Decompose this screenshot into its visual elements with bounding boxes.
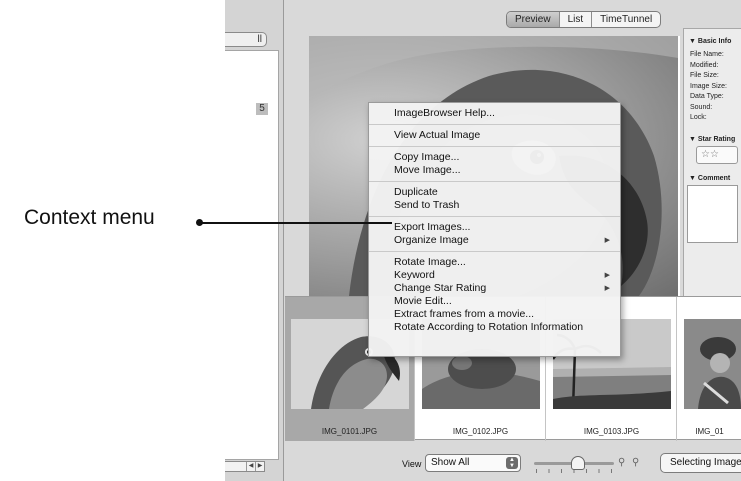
left-panel-scroll-arrows[interactable]: ◀ ▶ [225,461,265,472]
zoom-in-icon[interactable]: ⚲ [618,457,625,468]
menu-item[interactable]: Change Star Rating ▶ [369,282,620,295]
slider-thumb[interactable] [571,456,585,470]
tab-timetunnel[interactable]: TimeTunnel [592,12,660,27]
menu-item[interactable]: Extract frames from a movie... [369,308,620,321]
bottom-toolbar: View Show All ▲ ▼ ⚲ ⚲ Selecting Images [285,448,741,481]
tab-preview[interactable]: Preview [507,12,560,27]
menu-separator [369,181,620,182]
tab-list[interactable]: List [560,12,593,27]
menu-item[interactable]: ImageBrowser Help... [369,107,620,120]
star-rating-control[interactable]: ☆☆ [696,145,738,164]
menu-item-label: Move Image... [394,164,461,176]
star-rating-header[interactable]: ▼ Star Rating [684,136,741,143]
basic-info-title: Basic Info [697,38,732,45]
view-filter-select[interactable]: Show All ▲ ▼ [425,454,521,472]
menu-item[interactable]: Copy Image... [369,151,620,164]
left-panel-tab[interactable]: ll [225,32,267,47]
folder-list[interactable]: 5 [225,50,279,460]
submenu-arrow-icon: ▶ [604,285,610,292]
callout-leader-line [200,222,392,224]
menu-item-label: View Actual Image [394,129,481,141]
menu-item[interactable]: Duplicate [369,186,620,199]
comment-header[interactable]: ▼ Comment [684,175,741,182]
menu-item[interactable]: Export Images... [369,221,620,234]
menu-item[interactable]: View Actual Image [369,129,620,142]
callout-label: Context menu [24,206,155,229]
menu-item[interactable]: Rotate According to Rotation Information [369,321,620,334]
view-mode-tabs: Preview List TimeTunnel [506,11,662,28]
info-row: Modified: [690,61,719,69]
comment-field[interactable] [687,184,738,243]
info-row: Data Type: [690,93,724,100]
menu-item-label: Duplicate [394,186,438,198]
star-rating-title: Star Rating [697,135,736,143]
view-label: View [402,459,422,469]
disclosure-triangle-icon: ▼ [689,135,696,143]
info-row: File Size: [690,72,719,79]
menu-item[interactable]: Rotate Image... [369,256,620,269]
menu-item-label: Organize Image [394,234,469,246]
thumbnail-image [684,319,741,409]
menu-item-label: Export Images... [394,221,471,233]
basic-info-header[interactable]: ▼ Basic Info [684,38,741,45]
info-row: Image Size: [690,82,727,90]
menu-item-label: Movie Edit... [394,295,452,307]
folder-count-badge: 5 [256,103,268,115]
scroll-right-icon[interactable]: ▶ [255,462,264,471]
menu-item[interactable]: Movie Edit... [369,295,620,308]
menu-item-label: Extract frames from a movie... [394,308,535,320]
menu-item[interactable]: Organize Image ▶ [369,234,620,247]
menu-item-label: Send to Trash [394,199,460,211]
menu-separator [369,216,620,217]
thumbnail-label: IMG_0103.JPG [583,427,640,436]
submenu-arrow-icon: ▶ [604,272,610,279]
menu-item[interactable]: Move Image... [369,164,620,177]
context-menu: ImageBrowser Help... View Actual Image Cop… [368,102,621,357]
menu-item-label: Rotate According to Rotation Information [394,321,584,333]
thumbnail-label: IMG_0101.JPG [321,427,378,436]
disclosure-triangle-icon: ▼ [689,38,696,45]
submenu-arrow-icon: ▶ [604,237,610,244]
left-panel: ll 5 ◀ ▶ [225,0,284,481]
menu-separator [369,251,620,252]
scroll-left-icon[interactable]: ◀ [246,462,255,471]
view-filter-value: Show All [431,457,470,468]
menu-separator [369,124,620,125]
thumbnail-label: IMG_01 [695,427,724,436]
selecting-images-button[interactable]: Selecting Images [660,453,741,473]
thumbnail-label: IMG_0102.JPG [452,427,509,436]
menu-item-label: Copy Image... [394,151,460,163]
info-panel: ▼ Basic Info File Name: Modified: File S… [683,28,741,298]
menu-item-label: Change Star Rating [394,282,487,294]
menu-item-label: Keyword [394,269,435,281]
menu-item-label: Rotate Image... [394,256,466,268]
menu-item-label: ImageBrowser Help... [394,107,495,119]
comment-title: Comment [697,174,731,182]
zoom-out-icon[interactable]: ⚲ [632,457,639,468]
disclosure-triangle-icon: ▼ [689,174,696,182]
thumbnail-size-slider[interactable] [534,456,614,474]
menu-separator [369,146,620,147]
info-row: File Name: [690,51,724,58]
info-row: Sound: [690,103,713,111]
menu-item[interactable]: Keyword ▶ [369,269,620,282]
select-arrows-icon: ▲ ▼ [506,457,518,469]
thumbnail-item[interactable]: IMG_01 [678,297,741,441]
menu-item[interactable]: Send to Trash [369,199,620,212]
info-row: Lock: [690,114,707,121]
